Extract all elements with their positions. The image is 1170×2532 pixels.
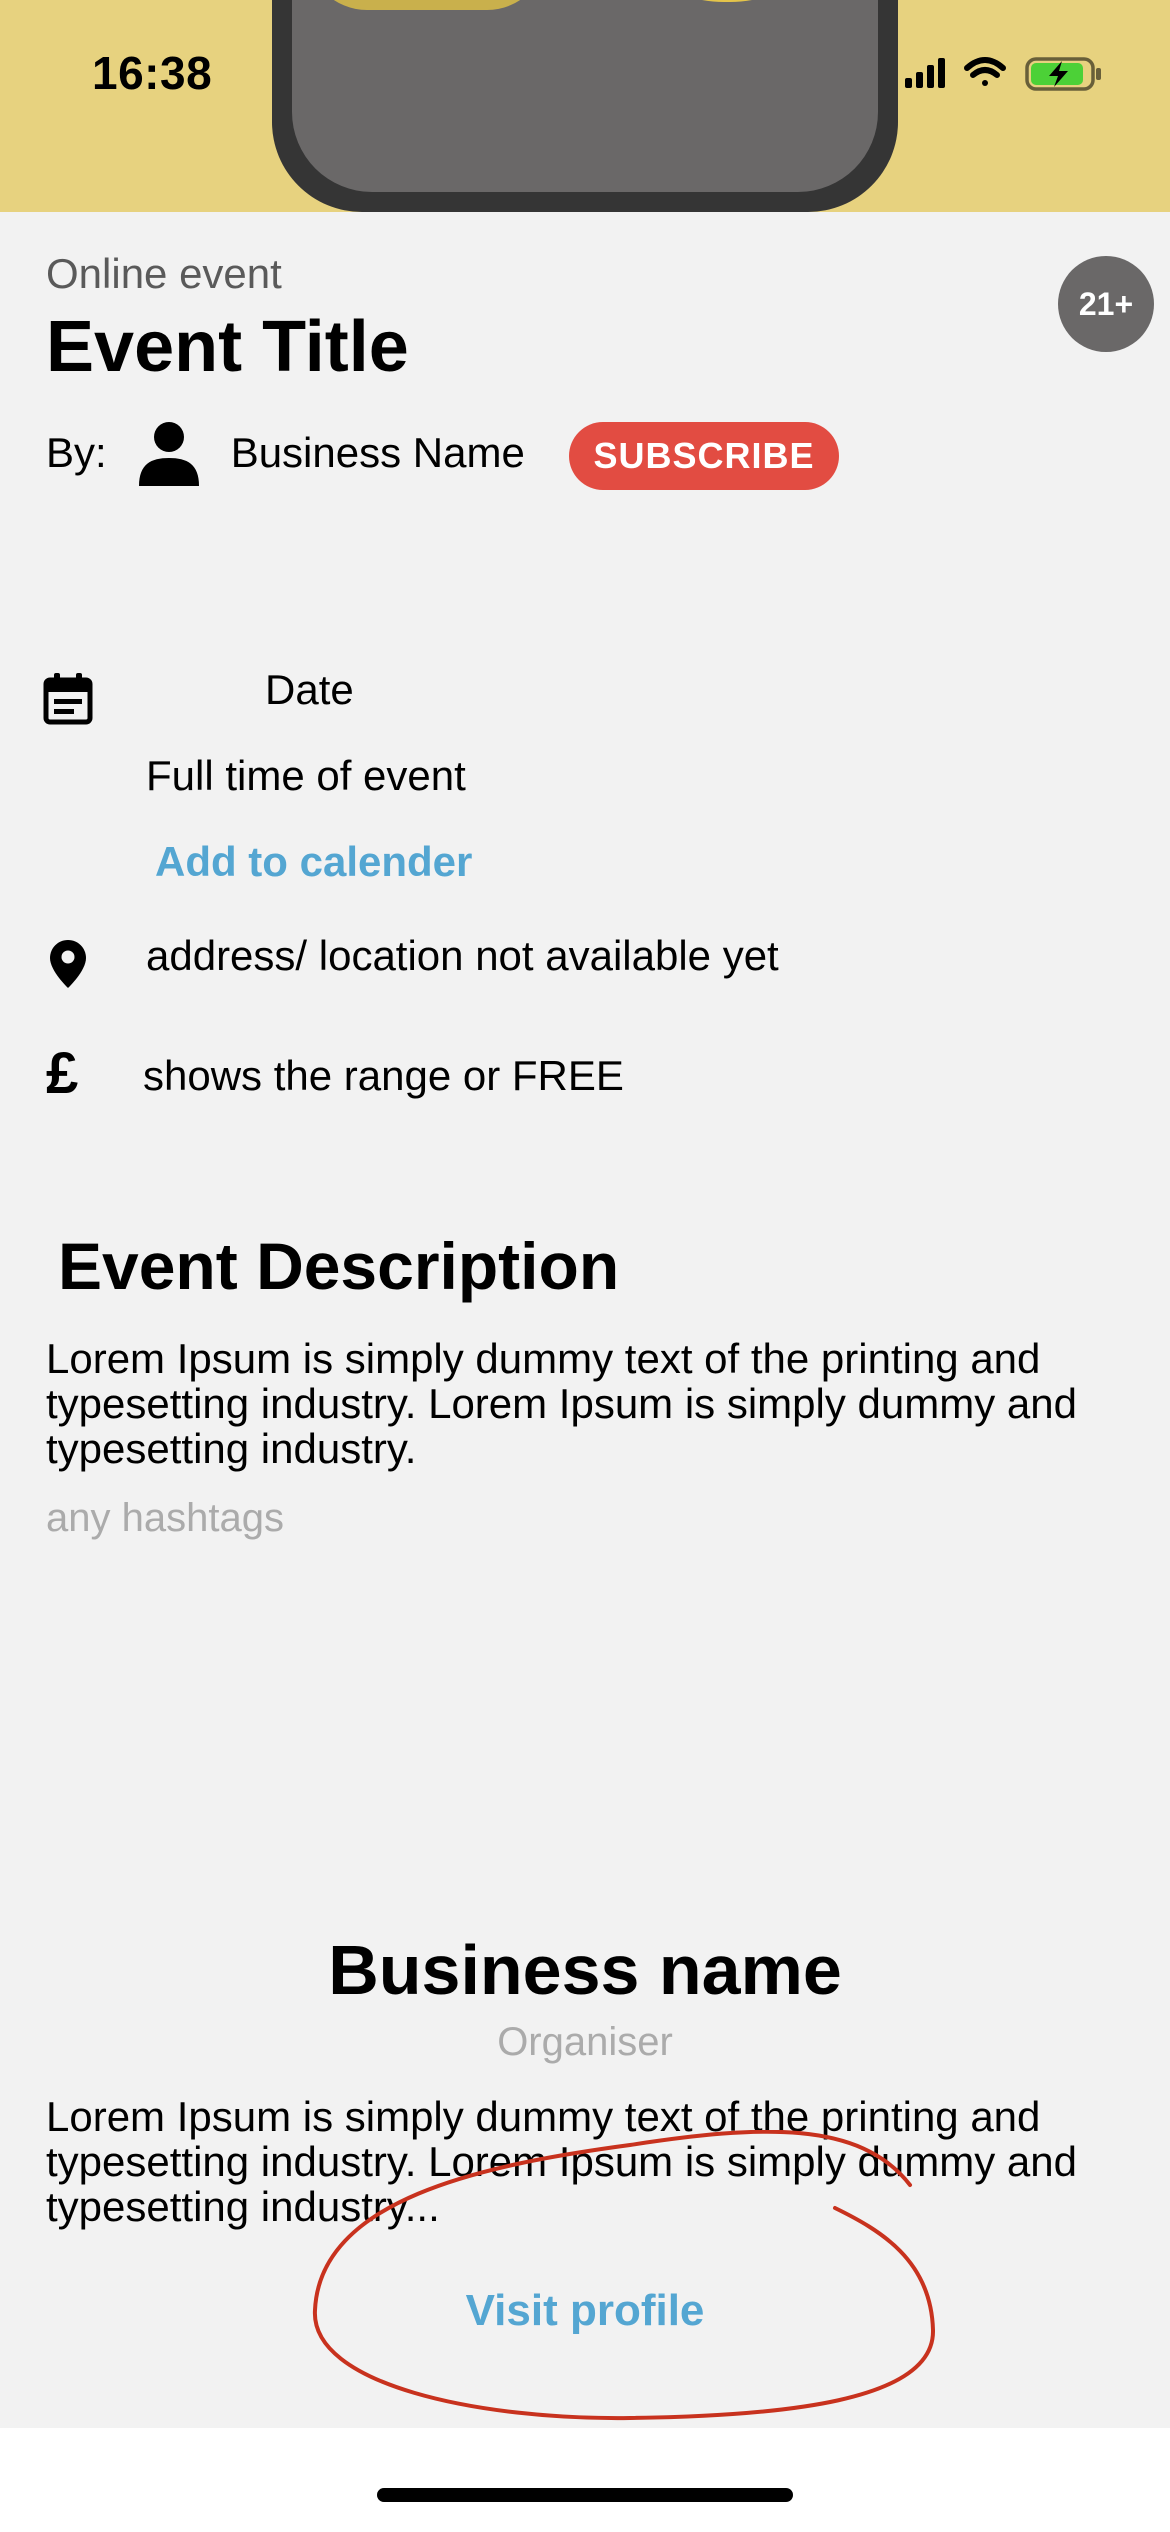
calendar-icon — [43, 673, 93, 725]
pound-icon: £ — [46, 1041, 79, 1106]
age-restriction-badge: 21+ — [1058, 256, 1154, 352]
location-pin-icon — [50, 940, 86, 988]
organiser-name: Business name — [328, 1931, 842, 2009]
event-price: shows the range or FREE — [143, 1052, 624, 1099]
wifi-icon — [964, 57, 1006, 86]
event-banner-image — [0, 0, 1170, 212]
event-date: Date — [265, 666, 354, 713]
business-name-link[interactable]: Business Name — [231, 429, 525, 477]
status-time: 16:38 — [92, 47, 213, 99]
event-type-label: Online event — [46, 250, 282, 297]
event-title: Event Title — [46, 307, 409, 387]
battery-charging-icon — [1025, 57, 1101, 91]
description-heading: Event Description — [58, 1229, 620, 1303]
signal-icon — [905, 58, 945, 88]
event-full-time: Full time of event — [146, 752, 466, 799]
organiser-row: By: Business Name — [46, 418, 525, 488]
by-label: By: — [46, 429, 107, 476]
organiser-role: Organiser — [497, 2020, 673, 2064]
person-icon — [138, 422, 199, 486]
annotation-circle — [312, 2130, 936, 2421]
hashtags-text: any hashtags — [46, 1496, 284, 1540]
home-indicator[interactable] — [377, 2488, 793, 2502]
description-body: Lorem Ipsum is simply dummy text of the … — [46, 1335, 1077, 1472]
add-to-calendar-link[interactable]: Add to calender — [155, 838, 472, 886]
banner-illustration — [272, 0, 898, 212]
subscribe-button[interactable]: SUBSCRIBE — [569, 422, 839, 490]
status-icons — [905, 57, 1101, 91]
event-address: address/ location not available yet — [146, 932, 779, 979]
bottom-safe-area — [0, 2428, 1170, 2532]
